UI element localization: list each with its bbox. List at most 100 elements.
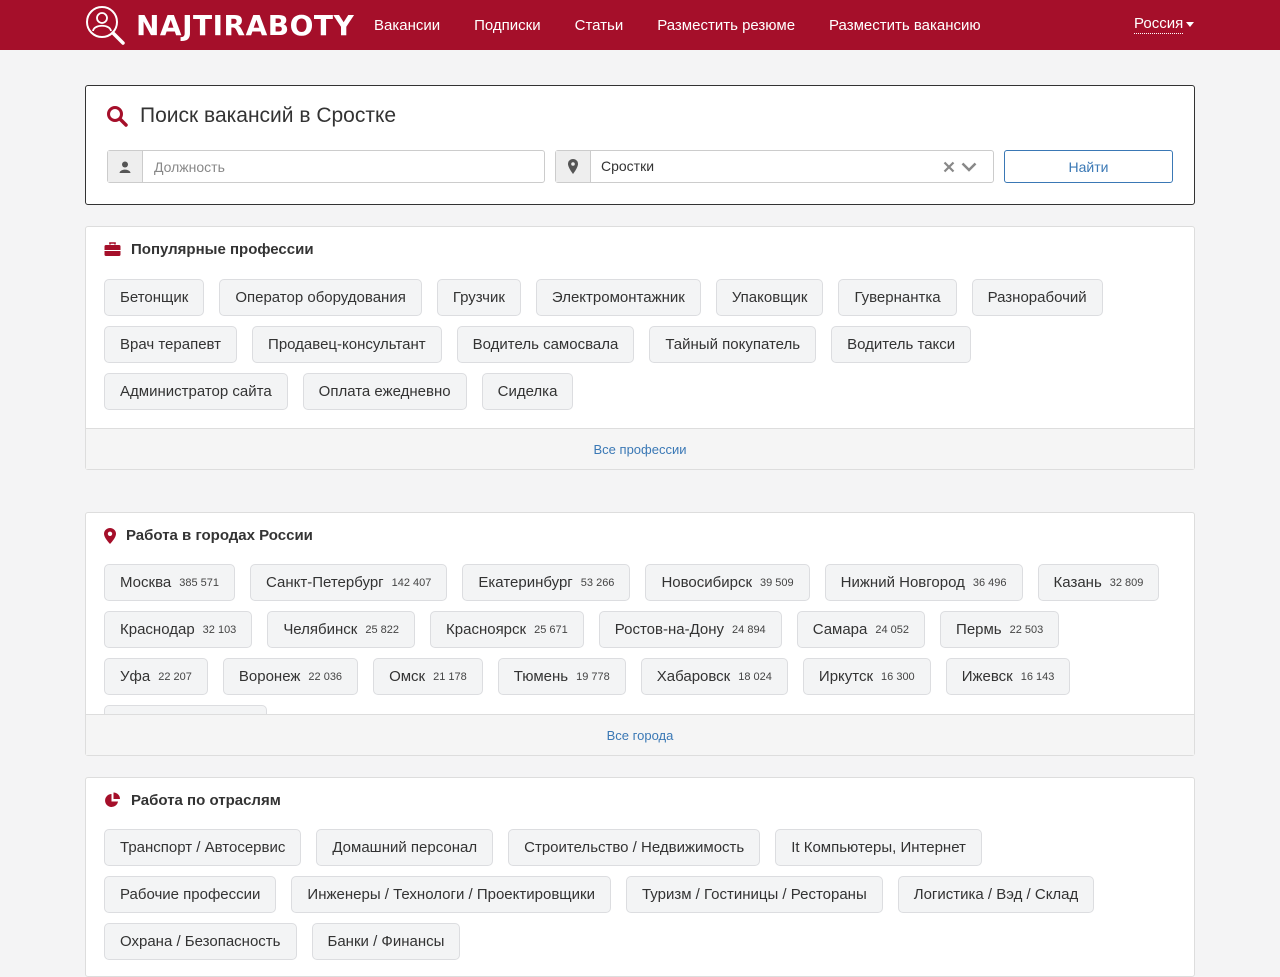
- industry-tag[interactable]: It Компьютеры, Интернет: [775, 829, 982, 866]
- industry-tag[interactable]: Домашний персонал: [316, 829, 494, 866]
- main-nav: Вакансии Подписки Статьи Разместить резю…: [357, 0, 998, 50]
- city-tag-label: Красноярск: [446, 621, 527, 638]
- profession-tag-label: Сиделка: [497, 383, 558, 400]
- nav-post-resume[interactable]: Разместить резюме: [640, 17, 812, 34]
- profession-tag[interactable]: Разнорабочий: [971, 279, 1103, 316]
- industries-card: Работа по отраслям Транспорт / Автосерви…: [85, 777, 1195, 977]
- search-panel: Поиск вакансий в Сростке Сростки Найти: [85, 85, 1195, 205]
- city-tag[interactable]: Екатеринбург 53 266: [462, 564, 631, 601]
- profession-tag-label: Тайный покупатель: [665, 336, 801, 353]
- country-selector[interactable]: Россия: [1134, 15, 1184, 34]
- vacancy-count: 32 809: [1109, 576, 1144, 589]
- profession-tag[interactable]: Грузчик: [436, 279, 521, 316]
- chevron-down-icon[interactable]: [961, 160, 977, 174]
- vacancy-count: 25 822: [365, 623, 400, 636]
- profession-tag[interactable]: Оплата ежедневно: [302, 373, 467, 410]
- city-tag[interactable]: Нижний Новгород 36 496: [824, 564, 1023, 601]
- site-logo[interactable]: NAJTIRABOTY: [84, 4, 354, 46]
- profession-tag[interactable]: Электромонтажник: [535, 279, 701, 316]
- city-tag-label: Нижний Новгород: [840, 574, 965, 591]
- nav-subscriptions[interactable]: Подписки: [457, 17, 558, 34]
- city-tag[interactable]: Иркутск 16 300: [802, 658, 931, 695]
- city-tag[interactable]: Санкт-Петербург 142 407: [249, 564, 448, 601]
- industry-tag-label: Строительство / Недвижимость: [524, 839, 745, 856]
- profession-tag-label: Гувернантка: [854, 289, 941, 306]
- clear-icon[interactable]: [943, 158, 955, 176]
- all-professions-link[interactable]: Все профессии: [594, 442, 687, 457]
- vacancy-count: 39 509: [760, 576, 794, 589]
- find-button[interactable]: Найти: [1004, 150, 1173, 183]
- nav-vacancies[interactable]: Вакансии: [357, 17, 457, 34]
- cities-title: Работа в городах России: [126, 527, 313, 544]
- city-tag[interactable]: Челябинск 25 822: [267, 611, 416, 648]
- cities-heading: Работа в городах России: [104, 527, 313, 544]
- city-tag-label: Краснодар: [120, 621, 195, 638]
- industry-tag[interactable]: Туризм / Гостиницы / Рестораны: [625, 876, 883, 913]
- profession-tag[interactable]: Сиделка: [481, 373, 574, 410]
- city-tag[interactable]: Тюмень 19 778: [497, 658, 626, 695]
- city-tag[interactable]: Пермь 22 503: [940, 611, 1060, 648]
- caret-down-icon[interactable]: [1186, 22, 1194, 27]
- industry-tag[interactable]: Транспорт / Автосервис: [104, 829, 302, 866]
- industry-tag[interactable]: Строительство / Недвижимость: [508, 829, 761, 866]
- logo-search-person-icon: [86, 6, 125, 45]
- city-tag[interactable]: Омск 21 178: [373, 658, 483, 695]
- city-tag[interactable]: Ростов-на-Дону 24 894: [598, 611, 782, 648]
- city-tag-label: Новосибирск: [661, 574, 753, 591]
- profession-tag-label: Бетонщик: [120, 289, 189, 306]
- city-tag-label: Екатеринбург: [478, 574, 573, 591]
- profession-tag[interactable]: Оператор оборудования: [219, 279, 422, 316]
- profession-tag-label: Продавец-консультант: [268, 336, 426, 353]
- city-tag[interactable]: Воронеж 22 036: [222, 658, 359, 695]
- industry-tag[interactable]: Рабочие профессии: [104, 876, 277, 913]
- profession-tag[interactable]: Бетонщик: [104, 279, 205, 316]
- cities-card: Работа в городах России Москва 385 571 Сан…: [85, 512, 1195, 756]
- nav-post-vacancy[interactable]: Разместить вакансию: [812, 17, 998, 34]
- profession-tag[interactable]: Тайный покупатель: [649, 326, 817, 363]
- profession-tag[interactable]: Водитель такси: [831, 326, 972, 363]
- profession-tag-label: Врач терапевт: [120, 336, 222, 353]
- city-tag[interactable]: Ижевск 16 143: [945, 658, 1071, 695]
- professions-heading: Популярные профессии: [104, 241, 314, 258]
- profession-tag[interactable]: Водитель самосвала: [456, 326, 635, 363]
- city-tag[interactable]: Москва 385 571: [104, 564, 235, 601]
- industries-title: Работа по отраслям: [131, 792, 281, 809]
- city-tag[interactable]: Уфа 22 207: [104, 658, 208, 695]
- profession-tag[interactable]: Врач терапевт: [104, 326, 238, 363]
- all-cities-link[interactable]: Все города: [607, 728, 674, 743]
- city-tag-label: Иркутск: [818, 668, 874, 685]
- industries-list: Транспорт / Автосервис Домашний персонал С…: [104, 829, 1179, 970]
- city-tag[interactable]: Новосибирск 39 509: [645, 564, 810, 601]
- position-input[interactable]: [143, 151, 523, 182]
- popular-professions-card: Популярные профессии Бетонщик Оператор об…: [85, 226, 1195, 470]
- industry-tag[interactable]: Инженеры / Технологи / Проектировщики: [291, 876, 611, 913]
- nav-articles[interactable]: Статьи: [558, 17, 641, 34]
- city-tag[interactable]: Самара 24 052: [796, 611, 926, 648]
- city-tag-label: Санкт-Петербург: [265, 574, 384, 591]
- industry-tag[interactable]: Банки / Финансы: [311, 923, 461, 960]
- vacancy-count: 21 178: [433, 670, 467, 683]
- search-heading: Поиск вакансий в Сростке: [106, 104, 396, 128]
- city-tag[interactable]: Красноярск 25 671: [430, 611, 584, 648]
- profession-tag-label: Оператор оборудования: [235, 289, 406, 306]
- vacancy-count: 16 143: [1020, 670, 1055, 683]
- city-tag-label: Уфа: [120, 668, 151, 685]
- profession-tag[interactable]: Администратор сайта: [104, 373, 288, 410]
- city-tag[interactable]: Казань 32 809: [1037, 564, 1160, 601]
- industry-tag[interactable]: Охрана / Безопасность: [104, 923, 297, 960]
- pie-chart-icon: [105, 792, 120, 807]
- industry-tag[interactable]: Логистика / Вэд / Склад: [897, 876, 1095, 913]
- profession-tag[interactable]: Продавец-консультант: [252, 326, 442, 363]
- profession-tag[interactable]: Гувернантка: [838, 279, 957, 316]
- location-field[interactable]: Сростки: [555, 150, 994, 183]
- city-tag[interactable]: Краснодар 32 103: [104, 611, 253, 648]
- industry-tag-label: Логистика / Вэд / Склад: [913, 886, 1079, 903]
- briefcase-icon: [104, 242, 121, 256]
- profession-tag[interactable]: Упаковщик: [715, 279, 824, 316]
- city-tag[interactable]: Хабаровск 18 024: [640, 658, 788, 695]
- cities-footer: Все города: [86, 714, 1194, 755]
- vacancy-count: 25 671: [534, 623, 568, 636]
- vacancy-count: 385 571: [179, 576, 219, 589]
- vacancy-count: 24 894: [732, 623, 766, 636]
- city-tag-label: Тюмень: [513, 668, 569, 685]
